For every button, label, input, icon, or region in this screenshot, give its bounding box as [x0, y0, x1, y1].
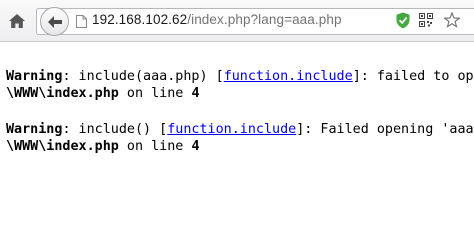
warning-file: \WWW\index.php [6, 139, 119, 154]
warning-label: Warning [6, 122, 63, 137]
url-path: /index.php?lang=aaa.php [187, 12, 342, 27]
shield-check-icon[interactable] [396, 12, 410, 29]
warning-location: \WWW\index.php on line 4 [6, 85, 474, 102]
home-icon [9, 14, 25, 28]
browser-toolbar: 192.168.102.62/index.php?lang=aaa.php [0, 0, 474, 42]
star-icon[interactable] [444, 12, 460, 28]
back-arrow-icon [47, 15, 62, 28]
warning-file: \WWW\index.php [6, 86, 119, 101]
warning-text: ]: failed to op [352, 69, 474, 84]
url-host: 192.168.102.62 [92, 12, 188, 27]
warning-line: Warning: include() [function.include]: F… [6, 121, 474, 138]
warning-line-number: 4 [191, 139, 200, 154]
warning-label: Warning [6, 69, 63, 84]
page-icon [76, 15, 87, 28]
address-bar-url[interactable]: 192.168.102.62/index.php?lang=aaa.php [92, 12, 342, 27]
home-button[interactable] [6, 11, 28, 31]
warning-text: ]: Failed opening 'aaa [296, 122, 474, 137]
function-include-link[interactable]: function.include [167, 122, 296, 137]
warning-message: Warning: include() [function.include]: F… [6, 121, 474, 155]
function-include-link[interactable]: function.include [224, 69, 353, 84]
qr-code-icon[interactable] [419, 13, 433, 27]
warning-text: : include() [ [62, 122, 168, 137]
warning-line: Warning: include(aaa.php) [function.incl… [6, 68, 474, 85]
warning-location: \WWW\index.php on line 4 [6, 138, 474, 155]
warning-line-number: 4 [191, 86, 200, 101]
warning-text: on line [118, 139, 192, 154]
back-button[interactable] [40, 7, 69, 36]
warning-text: : include(aaa.php) [ [62, 69, 224, 84]
warning-text: on line [118, 86, 192, 101]
php-error-output: Warning: include(aaa.php) [function.incl… [6, 68, 474, 174]
warning-message: Warning: include(aaa.php) [function.incl… [6, 68, 474, 102]
